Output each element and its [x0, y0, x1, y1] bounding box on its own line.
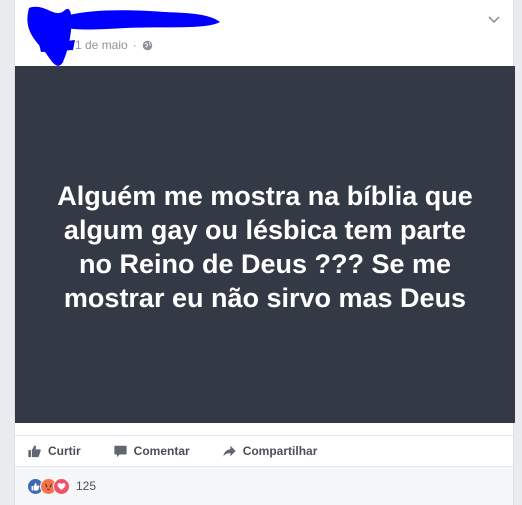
post-image-text: Alguém me mostra na bíblia que algum gay… [57, 180, 473, 313]
post-actions: Curtir Comentar Compartilhar [15, 435, 513, 465]
post-card: 1 de maio · Alguém me mostra na bíblia q… [14, 0, 515, 505]
reaction-count[interactable]: 125 [76, 479, 96, 493]
like-button[interactable]: Curtir [27, 444, 81, 458]
separator-dot: · [132, 38, 137, 52]
reaction-icons[interactable] [27, 477, 70, 495]
chevron-down-icon[interactable] [487, 14, 501, 26]
comment-icon [114, 445, 127, 457]
reactions-summary[interactable]: 125 [15, 466, 513, 505]
post-meta: 1 de maio · [75, 38, 153, 52]
comment-button[interactable]: Comentar [113, 444, 190, 458]
post-date[interactable]: 1 de maio [75, 38, 128, 52]
like-label: Curtir [48, 443, 81, 458]
globe-icon [142, 40, 152, 50]
post-header: 1 de maio · [15, 0, 513, 66]
share-button[interactable]: Compartilhar [222, 443, 318, 458]
share-icon [223, 445, 236, 457]
love-icon [53, 477, 70, 495]
share-label: Compartilhar [242, 443, 318, 458]
post-text-image[interactable]: Alguém me mostra na bíblia que algum gay… [15, 66, 515, 423]
thumbs-up-icon [28, 444, 41, 457]
comment-label: Comentar [133, 443, 190, 458]
